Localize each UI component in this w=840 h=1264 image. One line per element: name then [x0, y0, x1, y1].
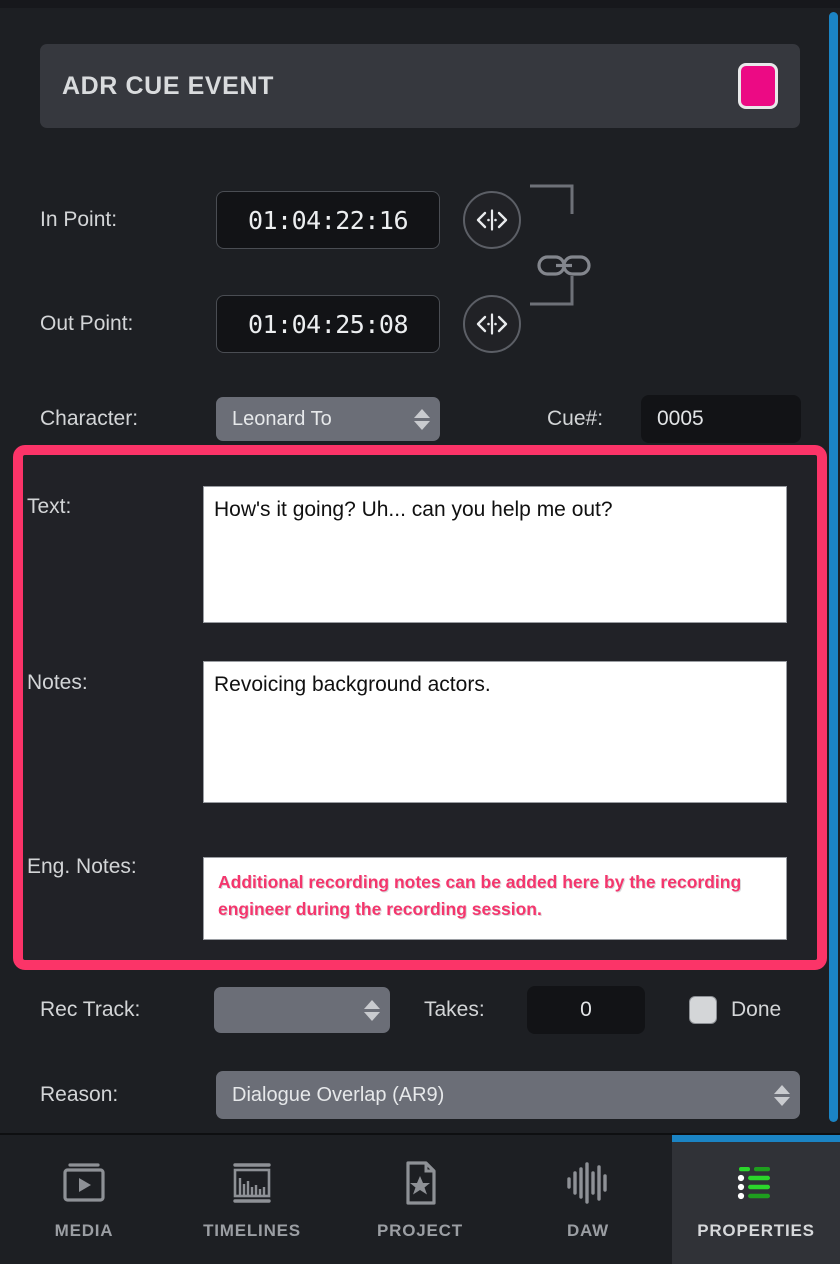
text-input[interactable]: How's it going? Uh... can you help me ou…	[203, 486, 787, 623]
tab-properties[interactable]: PROPERTIES	[672, 1135, 840, 1264]
in-point-label: In Point:	[40, 208, 118, 231]
project-star-document-icon	[394, 1159, 446, 1207]
reason-row: Reason: Dialogue Overlap (AR9)	[0, 1070, 840, 1120]
properties-scroll-area: ADR CUE EVENT In Point: 01:04:22:16 Out …	[0, 8, 840, 1133]
panel-header: ADR CUE EVENT	[40, 44, 800, 128]
cue-number-label: Cue#:	[547, 407, 604, 430]
notes-input[interactable]: Revoicing background actors.	[203, 661, 787, 803]
cue-number-input[interactable]: 0005	[641, 395, 801, 443]
adr-cue-properties-panel: ADR CUE EVENT In Point: 01:04:22:16 Out …	[0, 0, 840, 1264]
character-cue-row: Character: Leonard To Cue#: 0005	[0, 394, 840, 444]
reason-dropdown[interactable]: Dialogue Overlap (AR9)	[216, 1071, 800, 1119]
tab-properties-label: PROPERTIES	[697, 1220, 815, 1240]
spinner-updown-icon	[414, 408, 430, 430]
cue-color-swatch[interactable]	[738, 63, 778, 109]
eng-notes-value: Additional recording notes can be added …	[218, 872, 742, 920]
text-label: Text:	[27, 495, 72, 518]
character-value: Leonard To	[232, 407, 332, 430]
eng-notes-label: Eng. Notes:	[27, 855, 137, 878]
out-point-row: Out Point: 01:04:25:08	[0, 276, 840, 356]
properties-list-icon	[730, 1159, 782, 1207]
scrollbar-thumb[interactable]	[829, 12, 838, 1122]
link-bracket-top	[530, 184, 574, 214]
rec-track-label: Rec Track:	[40, 998, 141, 1021]
tab-daw[interactable]: DAW	[504, 1135, 672, 1264]
tab-daw-label: DAW	[566, 1220, 610, 1240]
spinner-updown-icon	[774, 1084, 790, 1106]
out-point-nudge-button[interactable]	[463, 295, 521, 353]
tab-media[interactable]: MEDIA	[0, 1135, 168, 1264]
done-label: Done	[731, 998, 782, 1021]
rec-track-row: Rec Track: Takes: 0 Done	[0, 986, 840, 1034]
in-point-nudge-button[interactable]	[463, 191, 521, 249]
tab-timelines-label: TIMELINES	[203, 1220, 301, 1240]
tab-project[interactable]: PROJECT	[336, 1135, 504, 1264]
takes-value: 0	[580, 998, 592, 1021]
bottom-navigation-bar: MEDIA TIMELINES PROJECT DAW PROPERTIES	[0, 1133, 840, 1264]
in-point-input[interactable]: 01:04:22:16	[216, 191, 440, 249]
media-play-box-icon	[58, 1159, 110, 1207]
text-value: How's it going? Uh... can you help me ou…	[214, 498, 613, 521]
out-point-value: 01:04:25:08	[247, 309, 409, 339]
vertical-scrollbar[interactable]	[826, 8, 840, 1133]
cue-number-value: 0005	[657, 407, 704, 430]
in-point-value: 01:04:22:16	[247, 205, 409, 235]
character-dropdown[interactable]: Leonard To	[216, 397, 440, 441]
notes-value: Revoicing background actors.	[214, 673, 491, 696]
timeline-ruler-icon	[226, 1159, 278, 1207]
out-point-label: Out Point:	[40, 312, 134, 335]
character-label: Character:	[40, 407, 139, 430]
done-checkbox[interactable]	[689, 996, 717, 1024]
tab-media-label: MEDIA	[54, 1220, 114, 1240]
rec-track-dropdown[interactable]	[214, 987, 390, 1033]
tab-project-label: PROJECT	[377, 1220, 463, 1240]
in-point-row: In Point: 01:04:22:16	[0, 184, 840, 252]
spinner-updown-icon	[364, 999, 380, 1021]
nudge-inout-icon	[476, 209, 508, 231]
page-title: ADR CUE EVENT	[62, 71, 274, 100]
window-top-strip	[0, 0, 840, 8]
daw-waveform-icon	[562, 1159, 614, 1207]
notes-label: Notes:	[27, 671, 88, 694]
tab-timelines[interactable]: TIMELINES	[168, 1135, 336, 1264]
reason-label: Reason:	[40, 1083, 119, 1106]
eng-notes-input[interactable]: Additional recording notes can be added …	[203, 857, 787, 940]
nudge-inout-icon	[476, 313, 508, 335]
reason-value: Dialogue Overlap (AR9)	[232, 1083, 445, 1106]
link-bracket-bottom	[530, 276, 574, 306]
out-point-input[interactable]: 01:04:25:08	[216, 295, 440, 353]
takes-label: Takes:	[424, 998, 485, 1021]
takes-input[interactable]: 0	[527, 986, 645, 1034]
